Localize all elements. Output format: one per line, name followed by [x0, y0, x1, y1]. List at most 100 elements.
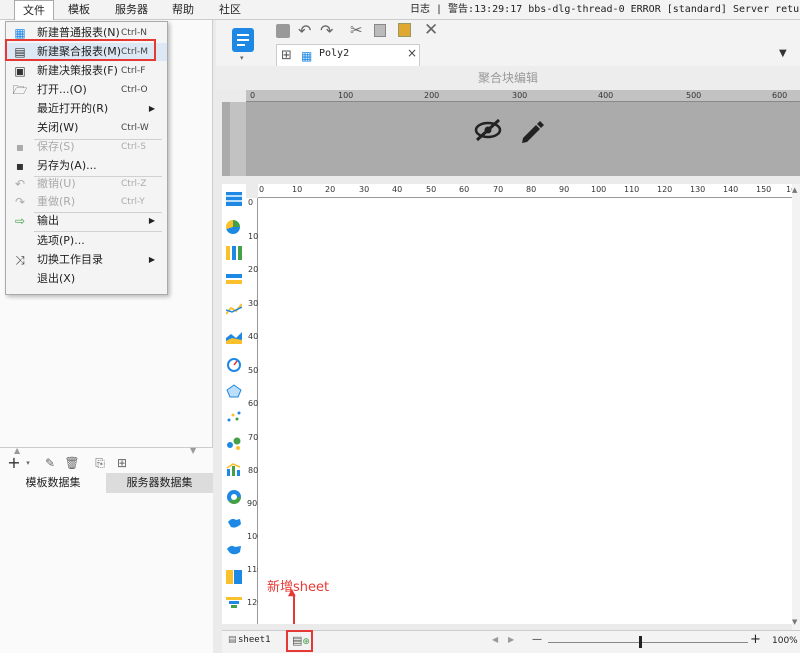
zoom-in-button[interactable]: + — [750, 632, 761, 647]
bubble-chart-icon[interactable] — [226, 436, 242, 450]
pie-chart-icon[interactable] — [226, 220, 240, 234]
scatter-chart-icon[interactable] — [226, 410, 242, 424]
radar-chart-icon[interactable] — [226, 384, 242, 398]
ruler-label: 30 — [359, 185, 370, 194]
undo-icon: ↶ — [14, 177, 26, 191]
menu-item-label: 选项(P)... — [37, 234, 85, 247]
map-chart-icon[interactable] — [226, 516, 242, 530]
treemap-chart-icon[interactable] — [226, 570, 242, 584]
sheet-prev-icon[interactable]: ◀ — [492, 635, 498, 644]
ruler-label: 90 — [559, 185, 570, 194]
vertical-scrollbar[interactable]: ▲ ▼ — [792, 184, 800, 630]
zoom-out-button[interactable]: — — [532, 634, 542, 645]
annotation-arrow — [293, 594, 295, 624]
cut-icon[interactable]: ✂ — [350, 21, 363, 39]
ruler-label: 0 — [259, 185, 265, 194]
menu-item-exit[interactable]: 退出(X) — [6, 270, 167, 288]
log-message[interactable]: 日志 | 警告:13:29:17 bbs-dlg-thread-0 ERROR … — [410, 0, 800, 20]
submenu-arrow-icon: ▶ — [148, 255, 155, 264]
zoom-slider-handle[interactable] — [639, 636, 642, 648]
edit-pencil-icon[interactable] — [519, 118, 545, 147]
undo-icon[interactable]: ↶ — [298, 21, 311, 40]
tab-label: Poly2 — [319, 48, 350, 59]
menu-item-options[interactable]: 选项(P)... — [6, 232, 167, 250]
combo-chart-icon[interactable] — [226, 462, 242, 476]
new-report-dropdown-icon[interactable]: ▾ — [240, 54, 244, 62]
ruler-label: 120 — [657, 185, 673, 194]
switch-icon: ⤨ — [15, 253, 25, 267]
menu-item-label: 切换工作目录 — [37, 253, 103, 266]
menu-item-close[interactable]: 关闭(W) Ctrl-W — [6, 119, 167, 137]
save-icon[interactable] — [276, 24, 290, 38]
menu-item-recent[interactable]: 最近打开的(R) ▶ — [6, 100, 167, 118]
column-chart-icon[interactable] — [226, 246, 242, 260]
ruler-label: 400 — [598, 91, 614, 100]
donut-chart-icon[interactable] — [226, 490, 242, 504]
menu-item-switch-workdir[interactable]: ⤨ 切换工作目录 ▶ — [6, 251, 167, 269]
redo-icon[interactable]: ↷ — [320, 21, 333, 40]
bar-chart-icon[interactable] — [226, 274, 242, 288]
menu-item-redo[interactable]: ↷ 重做(R) Ctrl-Y — [6, 193, 167, 211]
tab-menu-icon[interactable]: ▼ — [779, 48, 787, 59]
close-icon[interactable]: ✕ — [424, 20, 438, 40]
ruler-label: 500 — [686, 91, 702, 100]
area-chart-icon[interactable] — [226, 330, 242, 344]
new-report-icon[interactable] — [232, 28, 254, 52]
menu-template[interactable]: 模板 — [60, 0, 98, 20]
scroll-up-icon[interactable]: ▲ — [792, 186, 797, 194]
ruler-label: 140 — [723, 185, 739, 194]
hide-eye-icon[interactable] — [473, 118, 503, 148]
ruler-label: 50 — [426, 185, 437, 194]
tab-template-dataset[interactable]: 模板数据集 — [0, 473, 106, 493]
preview-icon[interactable]: ⎘ — [92, 455, 108, 471]
chevron-down-icon[interactable]: ▾ — [20, 455, 36, 471]
chart-type-palette — [222, 184, 246, 624]
add-block-icon[interactable]: ⊞ — [281, 48, 292, 63]
gauge-chart-icon[interactable] — [226, 358, 242, 372]
menu-item-open[interactable]: 🗁 打开...(O) Ctrl-O — [6, 81, 167, 99]
funnel-chart-icon[interactable] — [226, 596, 242, 610]
menu-community[interactable]: 社区 — [211, 0, 249, 20]
region-map-icon[interactable] — [226, 542, 242, 556]
line-chart-icon[interactable] — [225, 302, 243, 316]
menu-item-label: 输出 — [37, 214, 59, 227]
redo-icon: ↷ — [14, 195, 26, 209]
close-tab-icon[interactable]: × — [407, 46, 417, 60]
add-sheet-highlight — [286, 630, 313, 652]
menu-item-save[interactable]: ▪ 保存(S) Ctrl-S — [6, 138, 167, 156]
table-chart-icon[interactable] — [226, 192, 242, 206]
paste-icon[interactable] — [398, 23, 411, 37]
report-canvas[interactable] — [258, 198, 792, 624]
ruler-label: 50 — [248, 366, 259, 375]
ruler-label: 60 — [459, 185, 470, 194]
ruler-label: 200 — [424, 91, 440, 100]
scroll-down-icon[interactable]: ▼ — [792, 618, 797, 626]
menu-item-shortcut: Ctrl-Z — [121, 179, 147, 189]
menu-item-undo[interactable]: ↶ 撤销(U) Ctrl-Z — [6, 175, 167, 193]
zoom-slider[interactable] — [548, 642, 748, 643]
menu-item-label: 保存(S) — [37, 140, 75, 153]
menu-item-save-as[interactable]: ▪ 另存为(A)... — [6, 157, 167, 175]
menu-item-export[interactable]: ⇨ 输出 ▶ — [6, 212, 167, 230]
delete-icon[interactable]: 🗑 — [64, 455, 80, 471]
sheet-tab[interactable]: sheet1 — [238, 635, 271, 645]
submenu-arrow-icon: ▶ — [148, 216, 155, 225]
copy-icon[interactable] — [374, 24, 386, 37]
menu-item-label: 撤销(U) — [37, 177, 76, 190]
menu-item-new-form-report[interactable]: ▣ 新建决策报表(F) Ctrl-F — [6, 62, 167, 80]
ruler-label: 40 — [392, 185, 403, 194]
menu-bar: 文件 模板 服务器 帮助 社区 日志 | 警告:13:29:17 bbs-dlg… — [0, 0, 800, 21]
menu-file[interactable]: 文件 — [14, 0, 54, 21]
sheet-next-icon[interactable]: ▶ — [508, 635, 514, 644]
menu-item-label: 重做(R) — [37, 195, 76, 208]
ruler-label: 100 — [591, 185, 607, 194]
dataset-params-icon[interactable]: ⊞ — [114, 455, 130, 471]
tab-server-dataset[interactable]: 服务器数据集 — [106, 473, 213, 493]
menu-server[interactable]: 服务器 — [107, 0, 156, 20]
vertical-ruler: 0 10 20 30 40 50 60 70 80 90 100 110 120 — [246, 198, 262, 624]
tab-poly2[interactable]: ⊞ ▦ Poly2 × — [276, 44, 420, 66]
edit-icon[interactable]: ✎ — [42, 455, 58, 471]
menu-item-label: 新建决策报表(F) — [37, 64, 118, 77]
menu-help[interactable]: 帮助 — [164, 0, 202, 20]
block-preview-area — [222, 102, 800, 176]
